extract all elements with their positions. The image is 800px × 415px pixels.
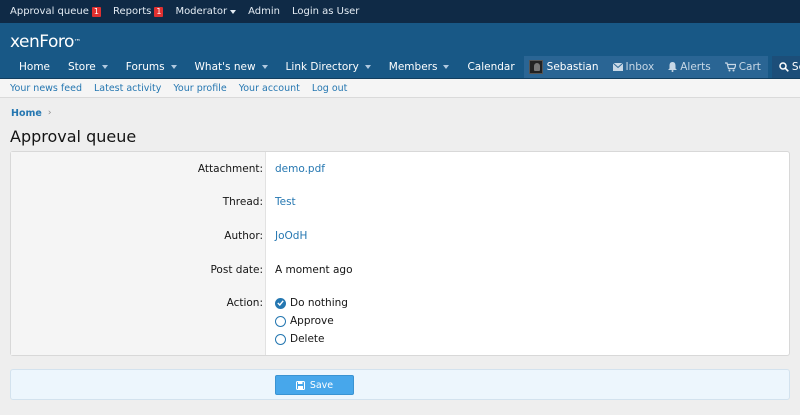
logo-text: xenForo: [10, 32, 74, 52]
radio-do-nothing[interactable]: Do nothing: [275, 295, 348, 311]
radio-approve[interactable]: Approve: [275, 313, 334, 329]
moderator-menu[interactable]: Moderator: [169, 0, 242, 23]
nav-tab-label: Link Directory: [285, 61, 359, 73]
post-date-label: Post date:: [210, 264, 263, 276]
alerts-link[interactable]: Alerts: [661, 56, 718, 78]
reports-badge: 1: [154, 6, 164, 17]
chevron-down-icon[interactable]: [101, 65, 108, 69]
chevron-down-icon[interactable]: [364, 65, 371, 69]
approval-queue-label: Approval queue: [10, 6, 89, 17]
chevron-down-icon[interactable]: [170, 65, 177, 69]
nav-tab-link-directory[interactable]: Link Directory: [277, 56, 380, 78]
nav-tab-label: Calendar: [467, 61, 515, 73]
search-button[interactable]: Search: [771, 56, 800, 78]
chevron-down-icon[interactable]: [443, 65, 450, 69]
radio-label: Delete: [290, 333, 325, 345]
approval-form: Attachment: demo.pdf Thread: Test Author…: [10, 151, 790, 356]
search-label: Search: [791, 61, 800, 73]
reports-label: Reports: [112, 6, 152, 17]
staff-bar: Approval queue 1 Reports 1 Moderator Adm…: [0, 0, 800, 23]
envelope-icon: [612, 63, 623, 71]
chevron-right-icon: ›: [47, 108, 52, 118]
site-logo[interactable]: xenForo™: [10, 32, 81, 52]
check-icon[interactable]: [275, 297, 286, 309]
subnav-your-profile[interactable]: Your profile: [167, 83, 232, 94]
page-title: Approval queue: [10, 126, 137, 146]
form-submit-row: Save: [10, 369, 790, 400]
nav-tab-home[interactable]: Home: [10, 56, 59, 78]
nav-tab-label: Store: [68, 61, 96, 73]
post-date-value: A moment ago: [275, 264, 353, 276]
nav-tabs: Home Store Forums What's new Link Direct…: [0, 56, 524, 78]
nav-tab-label: Members: [388, 61, 438, 73]
sub-navigation: Your news feed Latest activity Your prof…: [0, 79, 800, 98]
subnav-your-account[interactable]: Your account: [233, 83, 306, 94]
post-date-row: Post date: A moment ago: [11, 261, 791, 279]
bell-icon: [668, 62, 678, 72]
radio-delete[interactable]: Delete: [275, 331, 325, 347]
inbox-link[interactable]: Inbox: [605, 56, 662, 78]
thread-link[interactable]: Test: [275, 196, 296, 208]
nav-tab-store[interactable]: Store: [59, 56, 117, 78]
user-menu[interactable]: Sebastian: [523, 56, 606, 78]
avatar: [528, 60, 543, 74]
thread-row: Thread: Test: [11, 193, 791, 211]
radio-label: Approve: [290, 315, 334, 327]
admin-link[interactable]: Admin: [242, 0, 286, 23]
subnav-news-feed[interactable]: Your news feed: [4, 83, 88, 94]
user-navigation: Sebastian Inbox Alerts Cart Search: [523, 56, 800, 78]
subnav-log-out[interactable]: Log out: [306, 83, 354, 94]
moderator-label: Moderator: [175, 6, 228, 17]
approval-queue-badge: 1: [91, 6, 101, 17]
cart-link[interactable]: Cart: [717, 56, 768, 78]
cart-label: Cart: [738, 61, 761, 73]
breadcrumb: Home ›: [0, 98, 800, 120]
nav-tab-whats-new[interactable]: What's new: [186, 56, 277, 78]
nav-tab-label: Forums: [125, 61, 165, 73]
site-header: xenForo™: [0, 23, 800, 56]
cart-icon: [724, 62, 736, 72]
attachment-label: Attachment:: [197, 163, 263, 175]
main-navigation: Home Store Forums What's new Link Direct…: [0, 56, 800, 79]
author-row: Author: JoOdH: [11, 227, 791, 245]
attachment-row: Attachment: demo.pdf: [11, 160, 791, 178]
author-link[interactable]: JoOdH: [275, 230, 307, 242]
nav-tab-forums[interactable]: Forums: [117, 56, 186, 78]
inbox-label: Inbox: [625, 61, 655, 73]
nav-tab-calendar[interactable]: Calendar: [458, 56, 523, 78]
search-icon: [779, 62, 789, 72]
username: Sebastian: [546, 61, 599, 73]
action-label: Action:: [226, 297, 263, 309]
login-as-user-link[interactable]: Login as User: [286, 0, 365, 23]
nav-tab-label: What's new: [194, 61, 256, 73]
floppy-disk-icon: [295, 380, 305, 390]
radio-circle-icon[interactable]: [275, 315, 286, 327]
alerts-label: Alerts: [680, 61, 711, 73]
approval-queue-link[interactable]: Approval queue 1: [4, 0, 107, 23]
attachment-link[interactable]: demo.pdf: [275, 163, 325, 175]
subnav-latest-activity[interactable]: Latest activity: [88, 83, 167, 94]
form-label-column: [11, 152, 266, 355]
reports-link[interactable]: Reports 1: [107, 0, 169, 23]
thread-label: Thread:: [222, 196, 263, 208]
logo-trademark: ™: [73, 38, 81, 46]
author-label: Author:: [224, 230, 263, 242]
breadcrumb-home[interactable]: Home: [11, 108, 42, 119]
chevron-down-icon[interactable]: [261, 65, 268, 69]
radio-circle-icon[interactable]: [275, 333, 286, 345]
nav-tab-members[interactable]: Members: [380, 56, 459, 78]
nav-tab-label: Home: [19, 61, 51, 73]
action-row: Action:: [11, 294, 791, 312]
chevron-down-icon: [230, 9, 237, 14]
radio-label: Do nothing: [290, 297, 348, 309]
save-button[interactable]: Save: [275, 375, 354, 395]
save-label: Save: [309, 379, 334, 391]
